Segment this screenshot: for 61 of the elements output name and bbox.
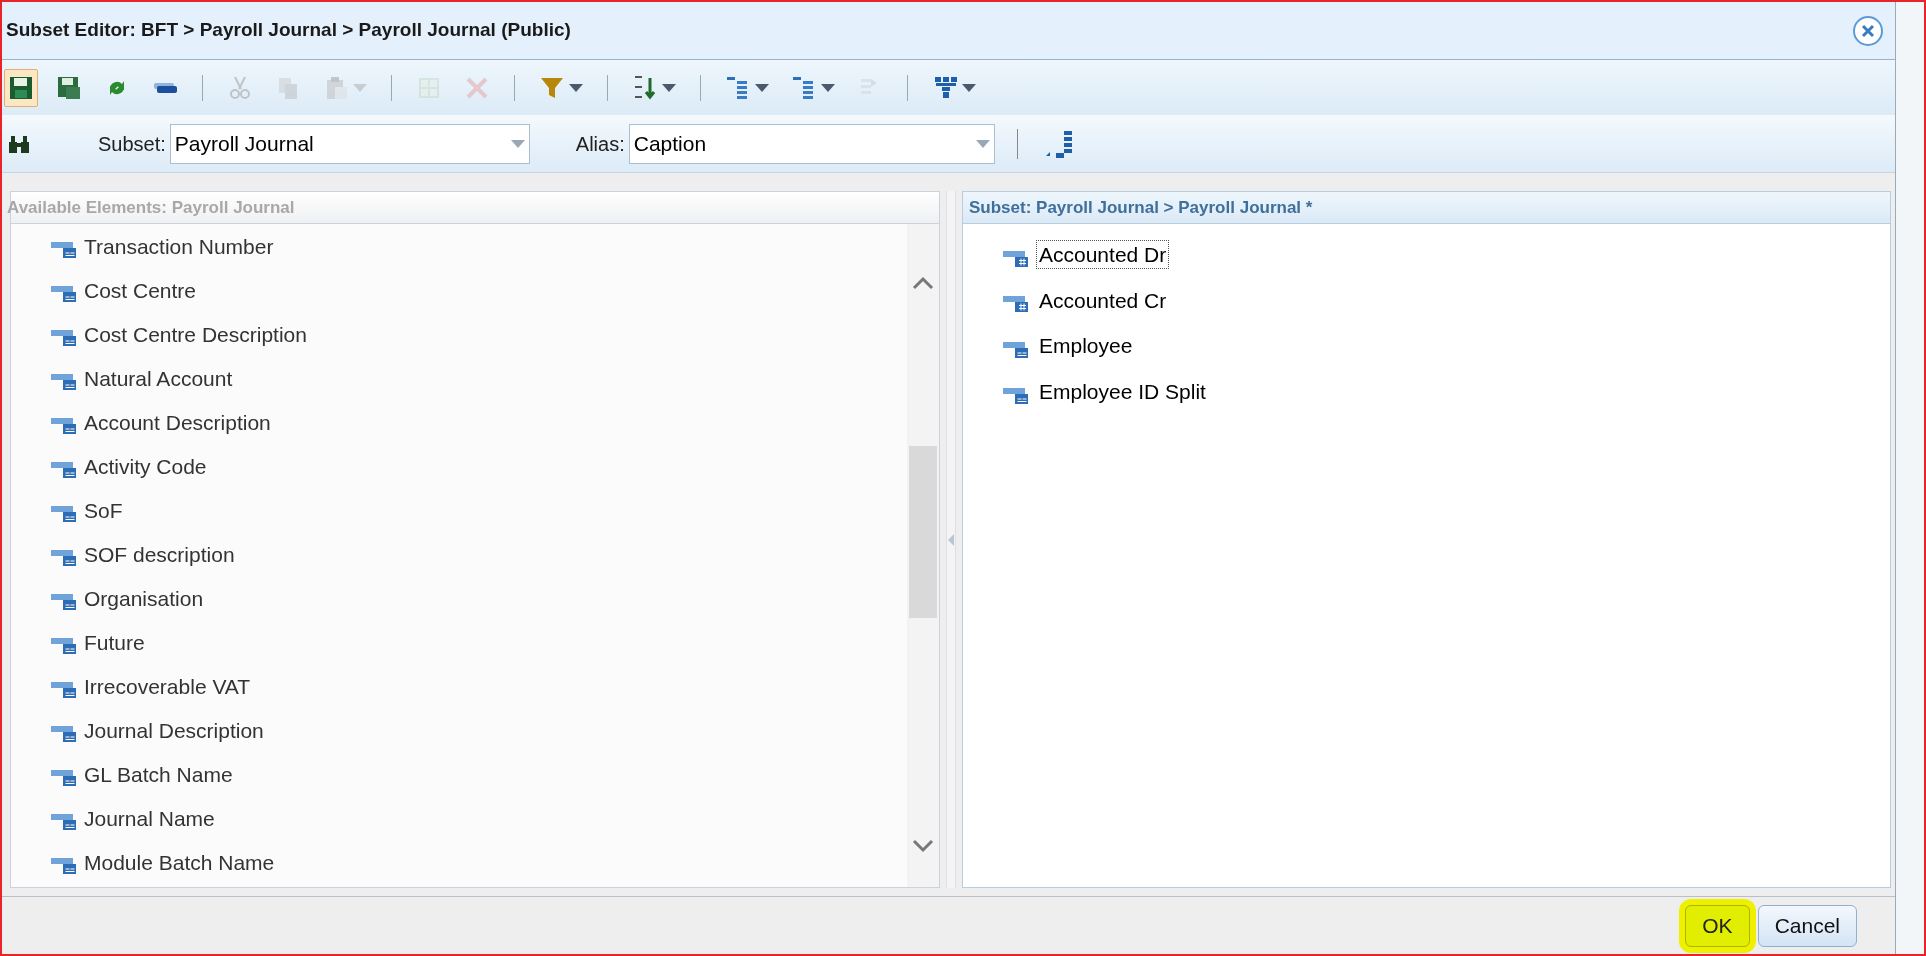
element-item[interactable]: Irrecoverable VAT [84,675,251,697]
hierarchy-icon [932,74,958,101]
text-field-icon [51,814,76,830]
text-field-icon [51,638,76,654]
element-item[interactable]: Transaction Number [84,235,274,257]
scissors-icon [227,74,253,101]
window-title: Subset Editor: BFT > Payroll Journal > Payroll Journal (Public) [5,18,571,43]
scroll-down-icon[interactable] [912,839,934,853]
text-field-icon [51,858,76,874]
text-field-icon [51,506,76,522]
element-item[interactable]: GL Batch Name [84,763,233,785]
cancel-button[interactable]: Cancel [1757,904,1857,947]
element-item[interactable]: Journal Name [84,807,215,829]
text-field-icon [51,550,76,566]
element-item[interactable]: Cost Centre Description [84,323,307,345]
text-field-icon [51,594,76,610]
floppy-icon [8,74,34,101]
subset-item[interactable]: Employee [1036,331,1136,361]
element-item[interactable]: Module Batch Name [84,851,275,873]
close-button[interactable] [1853,15,1883,46]
scroll-up-icon[interactable] [912,276,934,290]
alias-label: Alias: [575,131,625,157]
text-field-icon [1003,387,1028,404]
subset-dropdown[interactable]: Payroll Journal [169,123,530,164]
text-field-icon [51,286,76,302]
numeric-field-icon [1003,250,1028,267]
text-field-icon [51,770,76,786]
caret-icon [975,139,990,148]
subset-item[interactable]: Employee ID Split [1036,377,1209,407]
sort-icon [632,74,658,101]
element-item[interactable]: Cost Centre [84,279,197,301]
element-item[interactable]: SoF [84,499,123,521]
element-item[interactable]: SOF description [84,543,235,565]
floppy-button[interactable] [4,68,38,107]
close-icon [1861,23,1875,38]
scrollbar[interactable] [907,224,939,887]
text-field-icon [51,418,76,434]
binoculars-icon[interactable] [8,133,30,154]
subset-item[interactable]: Accounted Dr [1036,240,1170,270]
element-item[interactable]: Future [84,631,145,653]
text-field-icon [1003,342,1028,358]
panel-title: Subset: Payroll Journal > Payroll Journal * [969,196,1313,219]
text-field-icon [51,462,76,478]
element-item[interactable]: Account Description [84,411,271,433]
element-item[interactable]: Natural Account [84,367,233,389]
element-item[interactable]: Activity Code [84,455,207,477]
numeric-field-icon [1003,296,1028,313]
scroll-thumb[interactable] [909,446,937,618]
floppy-icon [56,74,82,101]
alias-dropdown[interactable]: Caption [628,123,995,164]
text-field-icon [51,726,76,742]
text-field-icon [51,682,76,698]
text-field-icon [51,330,76,346]
caret-icon [510,139,525,148]
element-item[interactable]: Journal Description [84,719,264,741]
element-item[interactable]: Organisation [84,587,204,609]
subset-label: Subset: [98,131,166,157]
panel-title: Available Elements: Payroll Journal [7,196,295,219]
subset-item[interactable]: Accounted Cr [1036,285,1170,315]
text-field-icon [51,242,76,258]
text-field-icon [51,374,76,390]
